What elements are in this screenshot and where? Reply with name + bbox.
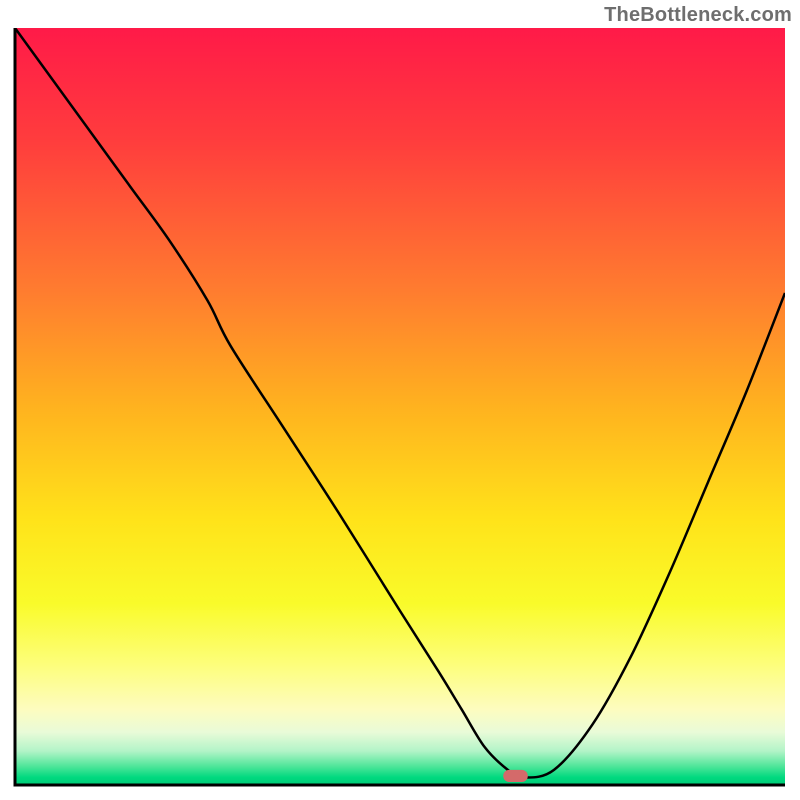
chart-svg xyxy=(0,0,800,800)
watermark-text: TheBottleneck.com xyxy=(604,4,792,27)
bottleneck-chart: TheBottleneck.com xyxy=(0,0,800,800)
gradient-background xyxy=(15,28,785,785)
minimum-marker xyxy=(503,770,528,782)
